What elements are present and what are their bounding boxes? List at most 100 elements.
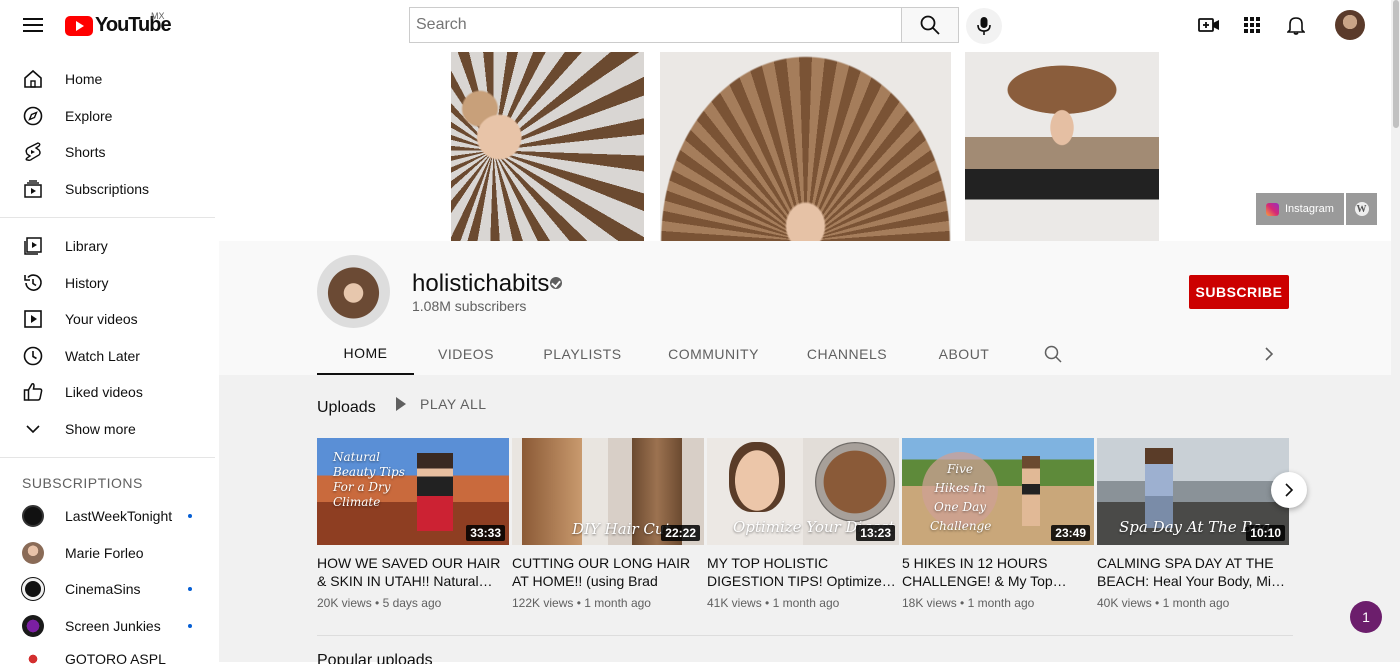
sidebar-item-history[interactable]: History	[0, 265, 219, 302]
sidebar-item-label: Subscriptions	[65, 180, 150, 197]
section-title: Uploads	[317, 399, 376, 416]
video-duration: 23:49	[1051, 525, 1090, 541]
menu-icon[interactable]	[18, 10, 48, 40]
thumbnail-figures	[417, 453, 453, 531]
video-duration: 22:22	[661, 525, 700, 541]
tab-about[interactable]: ABOUT	[914, 333, 1014, 375]
subscription-name: CinemaSins	[65, 581, 141, 598]
home-icon	[22, 68, 44, 90]
play-all-button[interactable]: PLAY ALL	[396, 396, 487, 412]
video-title[interactable]: CALMING SPA DAY AT THE BEACH: Heal Your …	[1097, 554, 1289, 590]
search-bar	[409, 7, 959, 43]
thumbnail-figure	[1145, 448, 1173, 528]
subscriptions-icon	[22, 178, 44, 200]
video-thumbnail[interactable]: Spa Day At The Bea 10:10	[1097, 438, 1289, 545]
subscription-name: GOTORO ASPL	[65, 654, 166, 664]
instagram-label: Instagram	[1285, 203, 1334, 215]
tab-channels[interactable]: CHANNELS	[780, 333, 914, 375]
channel-avatar	[21, 577, 45, 602]
verified-check-icon	[550, 277, 562, 289]
video-meta: 20K views • 5 days ago	[317, 596, 442, 610]
video-age: 1 month ago	[772, 596, 840, 610]
channel-avatar	[22, 654, 44, 664]
account-avatar[interactable]	[1335, 10, 1365, 40]
subscription-item[interactable]: Marie Forleo	[0, 535, 219, 572]
tabs-next-chevron-icon[interactable]	[1091, 333, 1274, 375]
video-thumbnail[interactable]: Five Hikes In One Day Challenge 23:49	[902, 438, 1094, 545]
scrollbar-thumb[interactable]	[1393, 0, 1399, 128]
video-age: 1 month ago	[1162, 596, 1230, 610]
sidebar-item-library[interactable]: Library	[0, 228, 219, 265]
voice-search-button[interactable]	[966, 8, 1002, 44]
country-code: MX	[151, 11, 165, 21]
video-card[interactable]: Spa Day At The Bea 10:10 CALMING SPA DAY…	[1097, 438, 1289, 610]
video-views: 122K views	[512, 596, 574, 610]
channel-avatar	[22, 614, 44, 637]
notifications-bell-icon[interactable]	[1283, 12, 1309, 38]
video-duration: 33:33	[466, 525, 505, 541]
create-video-icon[interactable]	[1196, 12, 1222, 38]
new-content-dot	[188, 587, 192, 592]
video-card[interactable]: Natural Beauty Tips For a Dry Climate 33…	[317, 438, 509, 610]
sidebar-item-watch-later[interactable]: Watch Later	[0, 338, 219, 375]
home-tab-content: Uploads PLAY ALL Natural Beauty Tips For…	[219, 375, 1391, 664]
channel-page: Instagram W holistichabits 1.08M subscri…	[219, 52, 1391, 664]
tab-community[interactable]: COMMUNITY	[647, 333, 780, 375]
subscription-item[interactable]: GOTORO ASPL	[0, 644, 219, 664]
sidebar-item-home[interactable]: Home	[0, 61, 219, 98]
video-title[interactable]: MY TOP HOLISTIC DIGESTION TIPS! Optimize…	[707, 554, 899, 590]
video-title[interactable]: CUTTING OUR LONG HAIR AT HOME!! (using B…	[512, 554, 704, 590]
new-content-dot	[188, 514, 192, 519]
video-card[interactable]: Five Hikes In One Day Challenge 23:49 5 …	[902, 438, 1094, 610]
subscription-item[interactable]: LastWeekTonight	[0, 498, 219, 535]
sidebar-item-label: Explore	[65, 107, 113, 124]
sidebar-item-show-more[interactable]: Show more	[0, 411, 219, 448]
sidebar-item-label: Watch Later	[65, 347, 140, 364]
instagram-link[interactable]: Instagram	[1256, 193, 1344, 225]
thumbnail-text: Natural Beauty Tips For a Dry Climate	[333, 450, 405, 509]
sidebar-item-shorts[interactable]: Shorts	[0, 134, 219, 171]
sidebar-item-label: Your videos	[65, 311, 138, 328]
video-thumbnail[interactable]: DIY Hair Cut 22:22	[512, 438, 704, 545]
subscription-item[interactable]: CinemaSins	[0, 571, 219, 608]
wordpress-link[interactable]: W	[1346, 193, 1377, 225]
sidebar-item-explore[interactable]: Explore	[0, 98, 219, 135]
tab-playlists[interactable]: PLAYLISTS	[518, 333, 647, 375]
shelf-next-button[interactable]	[1271, 472, 1307, 508]
notification-chip[interactable]: 1	[1350, 601, 1382, 633]
search-input[interactable]	[409, 7, 901, 43]
video-card[interactable]: Optimize Your Digest 13:23 MY TOP HOLIST…	[707, 438, 899, 610]
sidebar-item-subscriptions[interactable]: Subscriptions	[0, 171, 219, 208]
subscription-item[interactable]: Screen Junkies	[0, 608, 219, 645]
video-thumbnail[interactable]: Natural Beauty Tips For a Dry Climate 33…	[317, 438, 509, 545]
clock-icon	[22, 345, 44, 367]
sidebar-item-liked-videos[interactable]: Liked videos	[0, 374, 219, 411]
tab-videos[interactable]: VIDEOS	[414, 333, 518, 375]
subscriptions-heading: SUBSCRIPTIONS	[22, 475, 143, 491]
sidebar-divider	[0, 217, 215, 218]
subscribe-button[interactable]: SUBSCRIBE	[1189, 275, 1289, 309]
sidebar-item-your-videos[interactable]: Your videos	[0, 301, 219, 338]
channel-avatar	[22, 541, 44, 564]
thumbs-up-icon	[22, 381, 44, 403]
library-icon	[22, 235, 44, 257]
sidebar-item-label: Show more	[65, 420, 136, 437]
instagram-icon	[1266, 202, 1279, 216]
subscription-name: LastWeekTonight	[65, 508, 173, 525]
thumbnail-hiker	[1022, 456, 1040, 526]
channel-search-icon[interactable]	[1014, 333, 1091, 375]
subscriber-count: 1.08M subscribers	[412, 298, 527, 314]
video-card[interactable]: DIY Hair Cut 22:22 CUTTING OUR LONG HAIR…	[512, 438, 704, 610]
video-title[interactable]: HOW WE SAVED OUR HAIR & SKIN IN UTAH!! N…	[317, 554, 509, 590]
tab-home[interactable]: HOME	[317, 333, 414, 375]
video-views: 18K views	[902, 596, 957, 610]
video-title[interactable]: 5 HIKES IN 12 HOURS CHALLENGE! & My Top…	[902, 554, 1094, 590]
compass-icon	[22, 105, 44, 127]
apps-grid-icon[interactable]	[1239, 12, 1265, 38]
sidebar-item-label: Shorts	[65, 144, 106, 161]
video-meta: 18K views • 1 month ago	[902, 596, 1035, 610]
banner-image-braids	[451, 52, 644, 241]
video-thumbnail[interactable]: Optimize Your Digest 13:23	[707, 438, 899, 545]
search-button[interactable]	[901, 7, 959, 43]
channel-avatar	[22, 505, 44, 528]
